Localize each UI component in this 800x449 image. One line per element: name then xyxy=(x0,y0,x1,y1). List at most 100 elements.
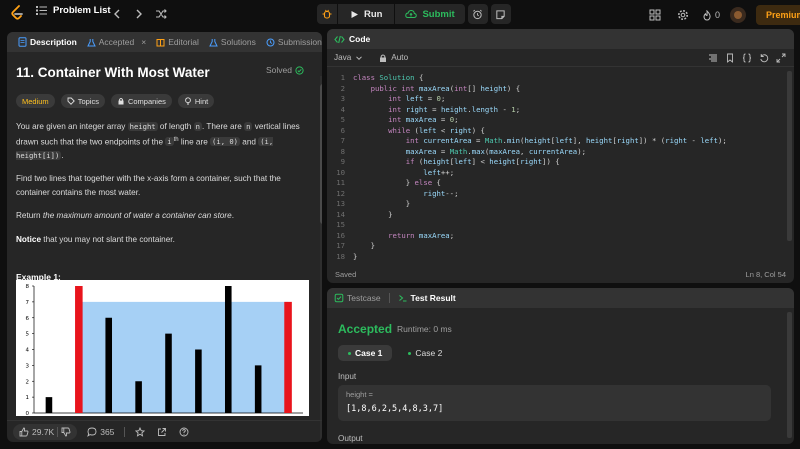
streak-counter[interactable]: 0 xyxy=(702,9,721,21)
result-status: Accepted xyxy=(338,322,393,336)
line-content: right--; xyxy=(423,188,459,198)
line-content: } xyxy=(405,199,411,208)
help-button[interactable] xyxy=(179,427,189,437)
tab-test-result-label: Test Result xyxy=(410,293,456,303)
save-status: Saved xyxy=(335,269,357,279)
timer-button[interactable] xyxy=(467,4,488,24)
run-button[interactable]: Run xyxy=(338,4,394,24)
text: You are given an integer array xyxy=(16,122,128,131)
flask-icon xyxy=(86,38,96,46)
line-number: 7 xyxy=(340,136,345,145)
text: and xyxy=(240,137,259,147)
tab-editorial-label: Editorial xyxy=(168,37,199,47)
star-icon xyxy=(135,426,146,437)
tab-accepted-label: Accepted xyxy=(98,37,135,47)
topics-chip[interactable]: Topics xyxy=(60,94,105,108)
grid-layout-icon xyxy=(649,9,661,21)
cloud-upload-icon xyxy=(405,9,418,18)
scrollbar-thumb[interactable] xyxy=(320,84,322,224)
like-button[interactable]: 29.7K xyxy=(19,427,54,437)
expand-icon[interactable] xyxy=(776,53,786,63)
chart-bar xyxy=(165,333,172,413)
line-content: while (left < right) { xyxy=(388,125,485,135)
bookmark-icon[interactable] xyxy=(725,53,735,63)
editor-actions xyxy=(708,53,786,63)
problem-list-button[interactable]: Problem List xyxy=(36,5,111,16)
code-line: 3 int left = 0; xyxy=(327,94,794,105)
avatar[interactable] xyxy=(730,7,747,23)
lightbulb-icon xyxy=(185,97,191,105)
tab-testcase[interactable]: Testcase xyxy=(334,293,381,303)
submit-button[interactable]: Submit xyxy=(395,4,464,24)
auto-mode[interactable]: Auto xyxy=(378,53,408,63)
line-content: } else { xyxy=(405,178,441,187)
dislike-button[interactable] xyxy=(61,427,71,437)
output-label: Output xyxy=(338,434,363,443)
like-count: 29.7K xyxy=(32,426,55,437)
y-tick-label: 6 xyxy=(26,316,30,322)
format-lines-icon[interactable] xyxy=(708,53,718,63)
comments-button[interactable]: 365 xyxy=(87,427,114,437)
problem-notice: Notice that you may not slant the contai… xyxy=(16,233,305,247)
external-link-icon xyxy=(158,427,167,436)
random-problem-button[interactable] xyxy=(152,5,170,23)
gear-icon xyxy=(678,10,688,20)
thumbs-up-icon xyxy=(19,427,29,436)
line-number: 13 xyxy=(336,199,345,208)
y-tick-label: 3 xyxy=(26,363,30,369)
tab-solutions-label: Solutions xyxy=(220,37,256,47)
history-icon xyxy=(266,38,275,46)
code-scrollbar[interactable] xyxy=(787,71,792,241)
line-content: maxArea = Math.max(maxArea, currentArea)… xyxy=(405,146,586,156)
language-select[interactable]: Java xyxy=(334,53,364,63)
code-line: 11 } else { xyxy=(327,178,794,189)
code-editor[interactable]: 1 class Solution {2 public int maxArea(in… xyxy=(327,69,794,265)
code-line: 6 while (left < right) { xyxy=(327,126,794,137)
tab-solutions[interactable]: Solutions xyxy=(204,32,261,52)
line-content: left++; xyxy=(423,167,455,177)
close-tab-icon[interactable]: × xyxy=(141,37,146,47)
tab-editorial[interactable]: Editorial xyxy=(151,32,204,52)
case-tabs: Case 1 Case 2 xyxy=(338,345,452,361)
next-problem-button[interactable] xyxy=(130,5,148,23)
prev-problem-button[interactable] xyxy=(108,5,126,23)
test-scrollbar[interactable] xyxy=(787,312,792,438)
tab-submissions[interactable]: Submissions xyxy=(261,32,322,52)
favorite-button[interactable] xyxy=(135,426,146,437)
debug-button[interactable] xyxy=(317,5,337,23)
layout-button[interactable] xyxy=(646,6,664,24)
tab-description[interactable]: Description xyxy=(13,32,82,52)
y-tick-label: 5 xyxy=(26,332,30,338)
premium-button[interactable]: Premium xyxy=(756,5,800,25)
settings-button[interactable] xyxy=(674,6,692,24)
cursor-position: Ln 8, Col 54 xyxy=(745,269,786,279)
code-brackets-icon xyxy=(334,35,345,43)
description-scrollbar[interactable] xyxy=(320,76,322,442)
problem-paragraph-2: Find two lines that together with the x-… xyxy=(16,174,281,197)
y-tick-label: 2 xyxy=(26,379,30,385)
share-button[interactable] xyxy=(157,427,167,437)
case-1-tab[interactable]: Case 1 xyxy=(338,345,393,361)
flask-icon xyxy=(209,38,218,46)
line-number: 15 xyxy=(336,220,345,229)
tab-accepted[interactable]: Accepted × xyxy=(82,32,151,52)
line-content: return maxArea; xyxy=(388,230,455,240)
reset-icon[interactable] xyxy=(759,53,769,63)
text: . xyxy=(231,211,234,221)
notice-strong: Notice xyxy=(16,234,42,244)
hint-chip[interactable]: Hint xyxy=(177,94,215,108)
streak-count: 0 xyxy=(715,10,721,20)
terminal-icon xyxy=(398,295,407,302)
difficulty-badge: Medium xyxy=(16,94,55,108)
line-number: 5 xyxy=(340,115,345,124)
logo[interactable] xyxy=(10,5,24,21)
case-2-tab[interactable]: Case 2 xyxy=(398,345,452,361)
case-2-label: Case 2 xyxy=(415,348,443,358)
code-status-bar: Saved Ln 8, Col 54 xyxy=(327,265,794,283)
notes-button[interactable] xyxy=(490,4,511,24)
line-content: if (height[left] < height[right]) { xyxy=(405,157,560,166)
tab-test-result[interactable]: Test Result xyxy=(398,293,456,303)
companies-chip[interactable]: Companies xyxy=(110,94,172,108)
braces-icon[interactable] xyxy=(742,53,752,63)
code-line: 12 right--; xyxy=(327,189,794,200)
